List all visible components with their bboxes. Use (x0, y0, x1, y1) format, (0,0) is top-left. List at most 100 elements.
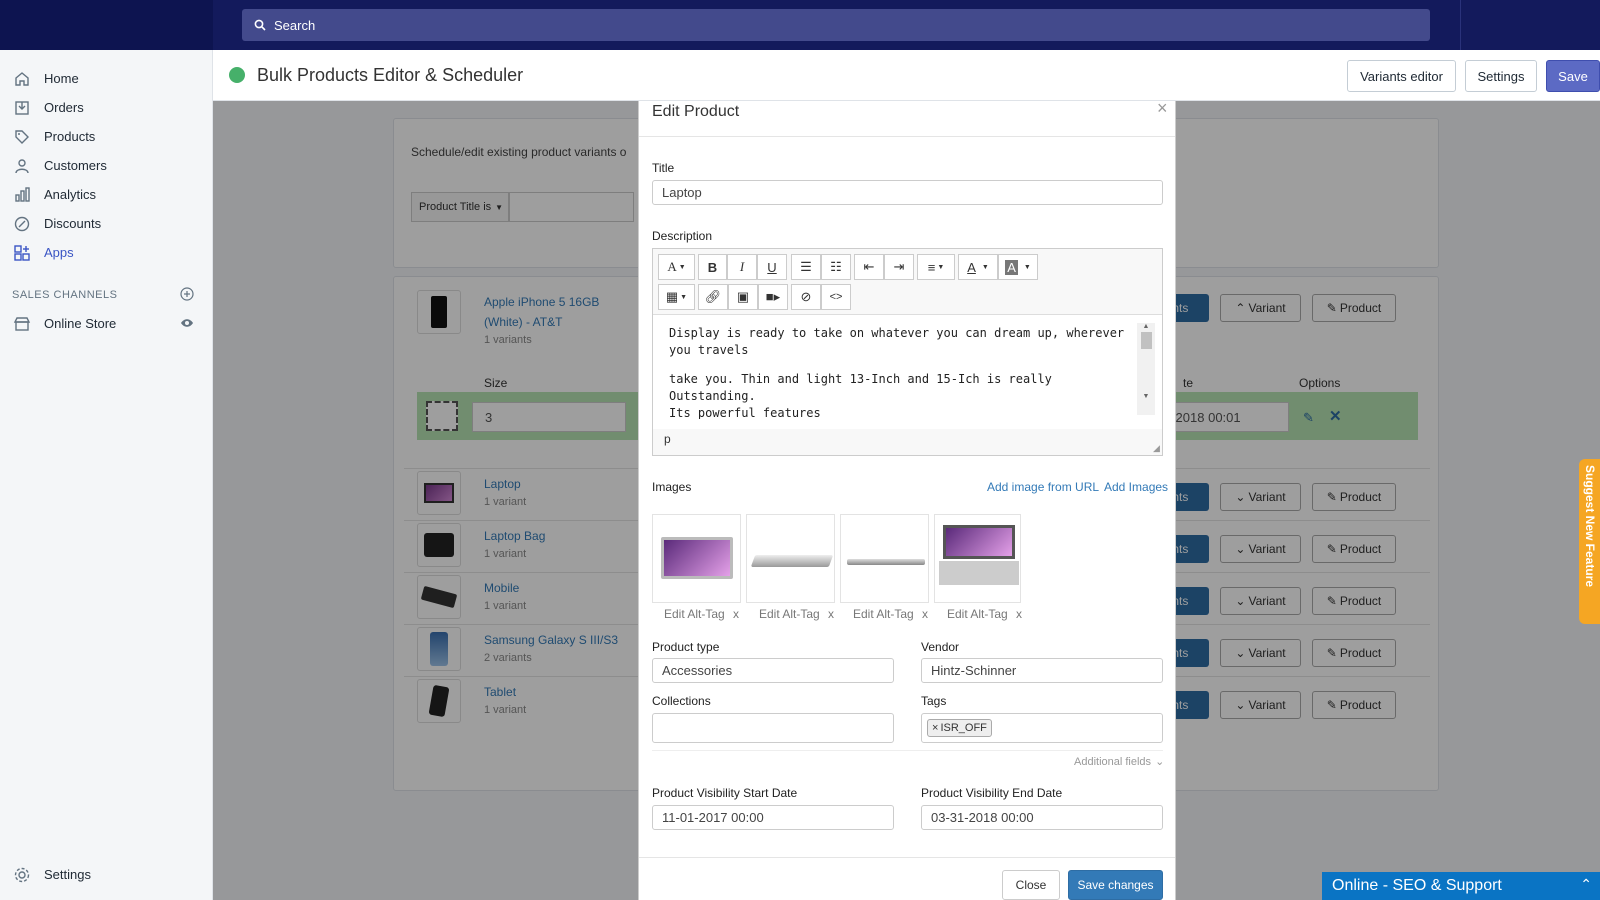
product-image[interactable] (746, 514, 835, 603)
tag-remove-icon[interactable]: × (932, 722, 938, 734)
start-date-label: Product Visibility Start Date (652, 786, 798, 800)
code-icon: <> (829, 291, 843, 303)
support-label: Online - SEO & Support (1332, 877, 1502, 894)
caret-down-icon: ▼ (1023, 263, 1031, 271)
code-view-button[interactable]: <> (821, 284, 851, 310)
product-type-input[interactable]: Accessories (652, 658, 894, 683)
discount-icon (12, 214, 32, 234)
sidebar-item-customers[interactable]: Customers (0, 151, 212, 180)
outdent-icon: ⇤ (863, 259, 875, 274)
add-image-from-url-link[interactable]: Add image from URL (987, 480, 1099, 494)
link-button[interactable]: 🔗︎ (698, 284, 728, 310)
text-color-button[interactable]: A ▼ (958, 254, 998, 280)
suggest-feature-tab[interactable]: Suggest New Feature (1579, 459, 1600, 624)
scroll-up-icon[interactable]: ▲ (1137, 323, 1155, 330)
image-button[interactable]: ▣ (728, 284, 758, 310)
sidebar-item-settings[interactable]: Settings (0, 860, 213, 889)
eye-icon[interactable] (180, 316, 194, 331)
close-button[interactable]: Close (1002, 870, 1060, 900)
variants-editor-button[interactable]: Variants editor (1347, 60, 1456, 92)
remove-image-button[interactable]: x (733, 607, 739, 621)
tag-label: ISR_OFF (940, 722, 987, 734)
collections-input[interactable] (652, 713, 894, 743)
edit-alt-tag-link[interactable]: Edit Alt-Tag (947, 607, 1008, 621)
editor-scrollbar[interactable]: ▲ ▼ (1137, 323, 1155, 415)
remove-image-button[interactable]: x (828, 607, 834, 621)
italic-button[interactable]: I (727, 254, 757, 280)
align-button[interactable]: ≡ ▼ (917, 254, 955, 280)
edit-alt-tag-link[interactable]: Edit Alt-Tag (853, 607, 914, 621)
sidebar-item-label: Customers (44, 158, 107, 173)
outdent-button[interactable]: ⇤ (854, 254, 884, 280)
title-input[interactable]: Laptop (652, 180, 1163, 205)
font-icon: A (667, 259, 677, 274)
sidebar-item-orders[interactable]: Orders (0, 93, 212, 122)
product-image[interactable] (934, 514, 1021, 603)
remove-image-button[interactable]: x (1016, 607, 1022, 621)
clear-format-icon: ⊘ (800, 289, 812, 304)
resize-handle-icon[interactable]: ◢ (1153, 443, 1160, 454)
save-button[interactable]: Save (1546, 60, 1600, 92)
highlight-button[interactable]: A ▼ (998, 254, 1038, 280)
description-label: Description (652, 229, 713, 243)
sidebar-item-discounts[interactable]: Discounts (0, 209, 212, 238)
sidebar-item-home[interactable]: Home (0, 64, 212, 93)
title-label: Title (652, 161, 675, 175)
end-date-input[interactable]: 03-31-2018 00:00 (921, 805, 1163, 830)
video-icon: ■▸ (765, 289, 781, 304)
scroll-down-icon[interactable]: ▼ (1137, 393, 1155, 400)
store-switcher[interactable] (0, 0, 213, 50)
description-line: Display is ready to take on whatever you… (669, 326, 1125, 340)
indent-icon: ⇥ (893, 259, 905, 274)
bold-button[interactable]: B (698, 254, 727, 280)
start-date-input[interactable]: 11-01-2017 00:00 (652, 805, 894, 830)
product-image[interactable] (652, 514, 741, 603)
description-line: take you. Thin and light 13-Inch and 15-… (669, 372, 1052, 403)
search-bar[interactable]: Search (242, 9, 1430, 41)
caret-down-icon: ▼ (678, 263, 686, 271)
video-button[interactable]: ■▸ (758, 284, 788, 310)
search-icon (254, 19, 266, 31)
tags-input[interactable]: × ISR_OFF (921, 713, 1163, 743)
bullet-list-button[interactable]: ☰ (791, 254, 821, 280)
additional-fields-toggle[interactable]: Additional fields ⌄ (1074, 755, 1164, 769)
apps-icon (12, 243, 32, 263)
edit-alt-tag-link[interactable]: Edit Alt-Tag (759, 607, 820, 621)
product-image[interactable] (840, 514, 929, 603)
add-channel-icon[interactable] (180, 286, 194, 304)
font-style-button[interactable]: A ▼ (658, 254, 695, 280)
save-changes-button[interactable]: Save changes (1068, 870, 1163, 900)
chevron-up-icon: ⌃ (1580, 876, 1592, 892)
sidebar-item-products[interactable]: Products (0, 122, 212, 151)
sidebar-item-label: Orders (44, 100, 84, 115)
scroll-thumb[interactable] (1140, 332, 1152, 349)
align-left-icon: ≡ (927, 259, 936, 275)
sidebar: Home Orders Products Customers Analytics… (0, 50, 213, 900)
underline-button[interactable]: U (757, 254, 787, 280)
sidebar-item-online-store[interactable]: Online Store (0, 309, 212, 338)
support-chat-bar[interactable]: Online - SEO & Support ⌃ (1322, 872, 1600, 900)
table-button[interactable]: ▦ ▼ (658, 284, 695, 310)
edit-alt-tag-link[interactable]: Edit Alt-Tag (664, 607, 725, 621)
table-icon: ▦ (665, 289, 679, 304)
suggest-feature-label: Suggest New Feature (1583, 465, 1597, 588)
settings-button[interactable]: Settings (1465, 60, 1537, 92)
add-images-link[interactable]: Add Images (1104, 480, 1168, 494)
bullet-list-icon: ☰ (800, 259, 812, 274)
vendor-input[interactable]: Hintz-Schinner (921, 658, 1163, 683)
collections-label: Collections (652, 694, 711, 708)
close-icon[interactable]: × (1157, 98, 1168, 119)
clear-format-button[interactable]: ⊘ (791, 284, 821, 310)
editor-textarea[interactable]: Display is ready to take on whatever you… (656, 325, 1131, 419)
edit-product-modal: Edit Product × Title Laptop Description … (638, 98, 1176, 900)
person-icon (12, 156, 32, 176)
numbered-list-button[interactable]: ☷ (821, 254, 851, 280)
description-line: you travels (669, 343, 749, 357)
images-label: Images (652, 480, 692, 494)
numbered-list-icon: ☷ (830, 259, 842, 274)
indent-button[interactable]: ⇥ (884, 254, 914, 280)
sidebar-item-apps[interactable]: Apps (0, 238, 212, 267)
sidebar-item-label: Home (44, 71, 79, 86)
sidebar-item-analytics[interactable]: Analytics (0, 180, 212, 209)
remove-image-button[interactable]: x (922, 607, 928, 621)
